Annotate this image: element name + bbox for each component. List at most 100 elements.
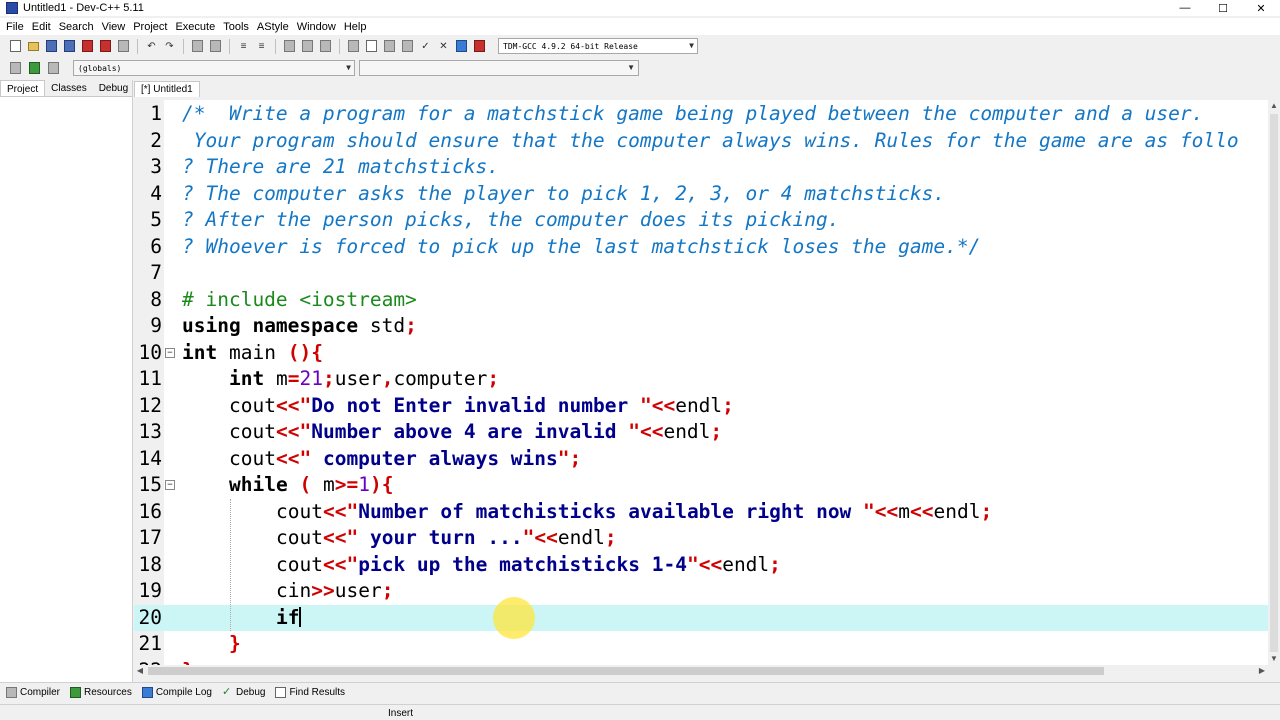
code-line[interactable]: 20 if xyxy=(134,604,1268,631)
code-line[interactable]: 21 } xyxy=(134,631,1268,658)
menu-search[interactable]: Search xyxy=(55,21,98,33)
code-line[interactable]: 9 using namespace std; xyxy=(134,313,1268,340)
insert-icon[interactable] xyxy=(8,61,23,76)
code-line[interactable]: 12 cout<<"Do not Enter invalid number "<… xyxy=(134,393,1268,420)
scope-select-value: (globals) xyxy=(78,63,122,73)
code-line-text: } xyxy=(182,658,194,666)
minimize-button[interactable]: — xyxy=(1166,0,1204,16)
goto-icon[interactable] xyxy=(27,61,42,76)
menu-project[interactable]: Project xyxy=(129,21,171,33)
code-editor[interactable]: 1 /* Write a program for a matchstick gam… xyxy=(134,100,1280,665)
fold-toggle-icon[interactable]: − xyxy=(165,480,175,490)
tab-compiler[interactable]: Compiler xyxy=(6,687,60,698)
resources-icon xyxy=(70,687,82,698)
code-line-text: ? There are 21 matchsticks. xyxy=(182,155,499,178)
tab-debug[interactable]: Debug xyxy=(93,80,134,96)
tab-resources[interactable]: Resources xyxy=(70,687,132,698)
scroll-left-icon[interactable]: ◀ xyxy=(134,665,146,677)
code-line[interactable]: 14 cout<<" computer always wins"; xyxy=(134,446,1268,473)
code-line[interactable]: 7 xyxy=(134,260,1268,287)
vertical-scroll-thumb[interactable] xyxy=(1270,114,1278,652)
code-line[interactable]: 3 ? There are 21 matchsticks. xyxy=(134,154,1268,181)
code-line[interactable]: 6 ? Whoever is forced to pick up the last… xyxy=(134,234,1268,261)
menu-bar: File Edit Search View Project Execute To… xyxy=(0,18,1280,35)
scope-select[interactable]: (globals) ▼ xyxy=(73,60,355,76)
tab-untitled1[interactable]: [*] Untitled1 xyxy=(134,81,200,97)
horizontal-scroll-thumb[interactable] xyxy=(148,667,1104,675)
replace-icon[interactable] xyxy=(208,39,223,54)
menu-astyle[interactable]: AStyle xyxy=(253,21,293,33)
code-line[interactable]: 2 Your program should ensure that the co… xyxy=(134,128,1268,155)
fold-toggle-icon[interactable]: − xyxy=(165,347,175,358)
code-line[interactable]: 16 cout<<"Number of matchisticks availab… xyxy=(134,499,1268,526)
code-line[interactable]: 15− while ( m>=1){ xyxy=(134,472,1268,499)
line-number: 18 xyxy=(138,552,162,576)
indent-icon[interactable]: ≡ xyxy=(236,39,251,54)
code-line[interactable]: 17 cout<<" your turn ..."<<endl; xyxy=(134,525,1268,552)
code-area[interactable]: 1 /* Write a program for a matchstick gam… xyxy=(134,100,1268,665)
class-browser-icon[interactable] xyxy=(400,39,415,54)
project-options-icon[interactable] xyxy=(382,39,397,54)
scroll-down-icon[interactable]: ▼ xyxy=(1268,653,1280,665)
code-line[interactable]: 22} xyxy=(134,658,1268,666)
code-line[interactable]: 10− int main (){ xyxy=(134,340,1268,367)
line-number: 20 xyxy=(138,605,162,629)
tab-compile-log[interactable]: Compile Log xyxy=(141,687,212,698)
goto-prev-icon[interactable] xyxy=(282,39,297,54)
tab-find-results[interactable]: Find Results xyxy=(275,687,345,698)
function-select[interactable]: ▼ xyxy=(359,60,639,76)
save-icon[interactable] xyxy=(44,39,59,54)
tab-classes[interactable]: Classes xyxy=(45,80,93,96)
open-file-icon[interactable] xyxy=(26,39,41,54)
code-line-text: cout<<"Number above 4 are invalid "<<end… xyxy=(229,420,723,443)
find-icon[interactable] xyxy=(190,39,205,54)
scroll-up-icon[interactable]: ▲ xyxy=(1268,100,1280,112)
vertical-scrollbar[interactable]: ▲ ▼ xyxy=(1268,100,1280,665)
undo-icon[interactable]: ↶ xyxy=(144,39,159,54)
menu-edit[interactable]: Edit xyxy=(28,21,55,33)
code-line[interactable]: 4 ? The computer asks the player to pick … xyxy=(134,181,1268,208)
code-line[interactable]: 13 cout<<"Number above 4 are invalid "<<… xyxy=(134,419,1268,446)
scroll-right-icon[interactable]: ▶ xyxy=(1256,665,1268,677)
maximize-button[interactable]: ☐ xyxy=(1204,0,1242,16)
tab-compiler-label: Compiler xyxy=(20,687,61,698)
new-project-icon[interactable] xyxy=(346,39,361,54)
goto-next-icon[interactable] xyxy=(300,39,315,54)
new-file-icon[interactable] xyxy=(8,39,23,54)
bookmark-icon[interactable] xyxy=(46,61,61,76)
close-all-icon[interactable] xyxy=(98,39,113,54)
check-syntax-icon[interactable]: ✓ xyxy=(418,39,433,54)
code-line[interactable]: 19 cin>>user; xyxy=(134,578,1268,605)
menu-tools[interactable]: Tools xyxy=(219,21,253,33)
code-line[interactable]: 1 /* Write a program for a matchstick gam… xyxy=(134,101,1268,128)
menu-view[interactable]: View xyxy=(98,21,130,33)
line-number: 22 xyxy=(134,658,162,666)
print-icon[interactable] xyxy=(116,39,131,54)
code-line[interactable]: 5 ? After the person picks, the computer … xyxy=(134,207,1268,234)
save-all-icon[interactable] xyxy=(62,39,77,54)
code-line-text: int m=21;user,computer; xyxy=(229,367,500,390)
profile-chart-icon[interactable] xyxy=(454,39,469,54)
menu-window[interactable]: Window xyxy=(293,21,340,33)
close-file-icon[interactable] xyxy=(80,39,95,54)
unindent-icon[interactable]: ≡ xyxy=(254,39,269,54)
horizontal-scrollbar[interactable]: ◀ ▶ xyxy=(134,665,1268,677)
toggle-bookmark-icon[interactable] xyxy=(318,39,333,54)
close-button[interactable]: ✕ xyxy=(1242,0,1280,16)
code-line[interactable]: 18 cout<<"pick up the matchisticks 1-4"<… xyxy=(134,552,1268,579)
menu-help[interactable]: Help xyxy=(340,21,371,33)
title-bar: Untitled1 - Dev-C++ 5.11 — ☐ ✕ xyxy=(0,0,1280,16)
stop-icon[interactable]: ✕ xyxy=(436,39,451,54)
tab-project[interactable]: Project xyxy=(0,80,46,96)
menu-file[interactable]: File xyxy=(2,21,28,33)
menu-execute[interactable]: Execute xyxy=(171,21,219,33)
new-class-icon[interactable] xyxy=(364,39,379,54)
debug-icon[interactable] xyxy=(472,39,487,54)
tab-debug-bottom[interactable]: ✓ Debug xyxy=(222,687,265,699)
code-line[interactable]: 11 int m=21;user,computer; xyxy=(134,366,1268,393)
compiler-select-value: TDM-GCC 4.9.2 64-bit Release xyxy=(503,41,638,51)
text-caret xyxy=(299,606,302,627)
compiler-select[interactable]: TDM-GCC 4.9.2 64-bit Release ▼ xyxy=(498,38,698,54)
code-line[interactable]: 8 # include <iostream> xyxy=(134,287,1268,314)
redo-icon[interactable]: ↷ xyxy=(162,39,177,54)
